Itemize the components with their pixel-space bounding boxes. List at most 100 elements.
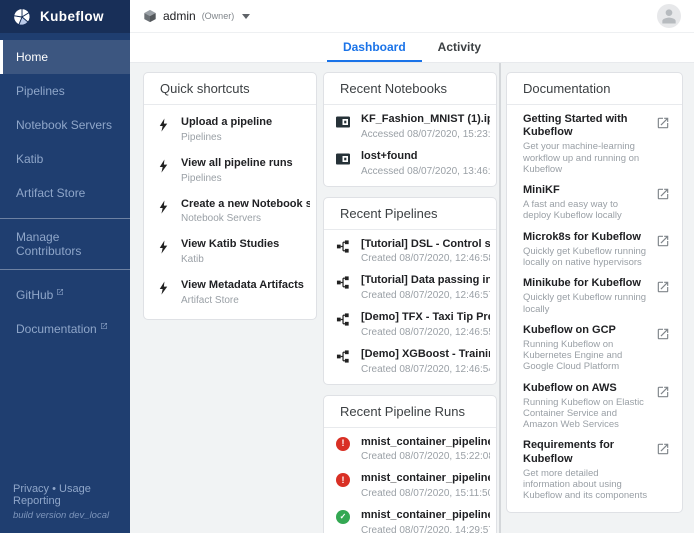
documentation-card: Documentation Getting Started with Kubef…: [506, 72, 683, 513]
run-created: Created 08/07/2020, 15:22:08: [361, 451, 490, 462]
external-link-icon[interactable]: [656, 234, 670, 248]
doc-title: Requirements for Kubeflow: [523, 439, 648, 465]
shortcut-subtitle: Notebook Servers: [181, 213, 310, 224]
pipeline-title: [Demo] XGBoost - Training with Confusi..…: [361, 348, 490, 362]
sidebar-item-label: Pipelines: [16, 84, 65, 98]
tab-activity[interactable]: Activity: [422, 33, 497, 62]
doc-link-microk8s[interactable]: Microk8s for Kubeflow Quickly get Kubefl…: [507, 227, 682, 274]
shortcut-subtitle: Artifact Store: [181, 295, 310, 306]
run-created: Created 08/07/2020, 14:29:57: [361, 525, 490, 533]
doc-desc: Quickly get Kubeflow running locally on …: [523, 246, 648, 268]
pipeline-title: [Demo] TFX - Taxi Tip Prediction Model .…: [361, 311, 490, 325]
namespace-role: (Owner): [202, 11, 235, 21]
doc-link-requirements[interactable]: Requirements for Kubeflow Get more detai…: [507, 435, 682, 506]
main-area: admin (Owner) Dashboard Activity Quick s…: [130, 0, 694, 533]
shortcut-create-notebook-server[interactable]: Create a new Notebook server Notebook Se…: [144, 191, 316, 232]
bolt-icon: [154, 280, 172, 296]
recent-pipelines-card: Recent Pipelines [Tutorial] DSL - Contro…: [323, 197, 497, 385]
sidebar-item-pipelines[interactable]: Pipelines: [0, 74, 130, 108]
doc-title: Microk8s for Kubeflow: [523, 231, 648, 244]
bolt-icon: [154, 158, 172, 174]
doc-desc: Running Kubeflow on Kubernetes Engine an…: [523, 339, 648, 373]
sidebar-item-label: GitHub: [16, 288, 53, 302]
tab-dashboard[interactable]: Dashboard: [327, 33, 422, 62]
pipeline-icon: [334, 275, 352, 290]
external-link-icon[interactable]: [656, 280, 670, 294]
person-icon: [659, 6, 679, 26]
recent-notebooks-card: Recent Notebooks KF_Fashion_MNIST (1).ip…: [323, 72, 497, 187]
external-link-icon[interactable]: [656, 187, 670, 201]
tab-label: Activity: [438, 40, 481, 54]
shortcut-title: View Katib Studies: [181, 238, 310, 252]
namespace-cube-icon: [143, 9, 157, 23]
notebook-icon: [334, 114, 352, 130]
shortcut-upload-pipeline[interactable]: Upload a pipeline Pipelines: [144, 109, 316, 150]
doc-title: Kubeflow on AWS: [523, 382, 648, 395]
doc-link-minikf[interactable]: MiniKF A fast and easy way to deploy Kub…: [507, 180, 682, 227]
logo[interactable]: Kubeflow: [0, 0, 130, 33]
dashboard-content: Quick shortcuts Upload a pipeline Pipeli…: [130, 63, 694, 533]
doc-link-kubeflow-aws[interactable]: Kubeflow on AWS Running Kubeflow on Elas…: [507, 378, 682, 436]
notebook-accessed: Accessed 08/07/2020, 15:23:05: [361, 129, 490, 140]
shortcut-view-katib-studies[interactable]: View Katib Studies Katib: [144, 231, 316, 272]
external-link-icon[interactable]: [656, 327, 670, 341]
namespace-name: admin: [163, 9, 196, 23]
pipeline-icon: [334, 239, 352, 254]
doc-link-minikube[interactable]: Minikube for Kubeflow Quickly get Kubefl…: [507, 273, 682, 320]
sidebar-item-notebook-servers[interactable]: Notebook Servers: [0, 108, 130, 142]
shortcut-subtitle: Katib: [181, 254, 310, 265]
avatar[interactable]: [657, 4, 681, 28]
scrollbar[interactable]: [499, 63, 501, 533]
doc-title: Getting Started with Kubeflow: [523, 113, 648, 139]
sidebar-item-artifact-store[interactable]: Artifact Store: [0, 176, 130, 210]
shortcut-title: View Metadata Artifacts: [181, 279, 310, 293]
notebook-row[interactable]: KF_Fashion_MNIST (1).ipynb Accessed 08/0…: [324, 108, 496, 145]
run-status-error-icon: [336, 473, 350, 487]
notebook-row[interactable]: lost+found Accessed 08/07/2020, 13:46:37: [324, 145, 496, 182]
namespace-selector[interactable]: admin (Owner): [143, 9, 250, 23]
shortcut-view-metadata-artifacts[interactable]: View Metadata Artifacts Artifact Store: [144, 272, 316, 313]
sidebar-item-github[interactable]: GitHub: [0, 278, 130, 312]
doc-desc: A fast and easy way to deploy Kubeflow l…: [523, 199, 648, 221]
sidebar-item-home[interactable]: Home: [0, 40, 130, 74]
tab-bar: Dashboard Activity: [130, 33, 694, 63]
notebook-title: lost+found: [361, 150, 490, 164]
sidebar-item-label: Manage Contributors: [16, 230, 117, 258]
pipeline-row[interactable]: [Demo] XGBoost - Training with Confusi..…: [324, 343, 496, 380]
doc-link-kubeflow-gcp[interactable]: Kubeflow on GCP Running Kubeflow on Kube…: [507, 320, 682, 378]
recent-pipeline-runs-card: Recent Pipeline Runs mnist_container_pip…: [323, 395, 497, 533]
pipeline-icon: [334, 312, 352, 327]
sidebar-nav: Home Pipelines Notebook Servers Katib Ar…: [0, 40, 130, 346]
card-title: Recent Pipeline Runs: [324, 396, 496, 428]
run-row[interactable]: mnist_container_pipeline run Created 08/…: [324, 467, 496, 504]
shortcut-view-pipeline-runs[interactable]: View all pipeline runs Pipelines: [144, 150, 316, 191]
pipeline-row[interactable]: [Demo] TFX - Taxi Tip Prediction Model .…: [324, 306, 496, 343]
shortcut-title: View all pipeline runs: [181, 157, 310, 171]
doc-link-getting-started[interactable]: Getting Started with Kubeflow Get your m…: [507, 109, 682, 180]
sidebar-item-label: Artifact Store: [16, 186, 85, 200]
doc-desc: Get more detailed information about usin…: [523, 468, 648, 502]
sidebar-item-label: Notebook Servers: [16, 118, 112, 132]
privacy-link[interactable]: Privacy: [13, 483, 49, 495]
column-recent-activity: Recent Notebooks KF_Fashion_MNIST (1).ip…: [323, 72, 497, 533]
external-link-icon[interactable]: [656, 116, 670, 130]
sidebar-item-label: Documentation: [16, 322, 97, 336]
footer-separator: •: [52, 483, 56, 495]
pipeline-row[interactable]: [Tutorial] DSL - Control structures Crea…: [324, 233, 496, 270]
sidebar-item-katib[interactable]: Katib: [0, 142, 130, 176]
external-link-icon[interactable]: [656, 385, 670, 399]
sidebar-item-manage-contributors[interactable]: Manage Contributors: [0, 227, 130, 261]
external-link-icon: [100, 322, 108, 330]
bolt-icon: [154, 239, 172, 255]
bolt-icon: [154, 117, 172, 133]
sidebar-item-documentation[interactable]: Documentation: [0, 312, 130, 346]
card-title: Documentation: [507, 73, 682, 105]
pipeline-row[interactable]: [Tutorial] Data passing in python comp..…: [324, 269, 496, 306]
logo-text: Kubeflow: [40, 9, 104, 24]
pipeline-title: [Tutorial] DSL - Control structures: [361, 238, 490, 252]
run-row[interactable]: mnist_container_pipeline run Created 08/…: [324, 431, 496, 468]
notebook-icon: [334, 151, 352, 167]
run-title: mnist_container_pipeline run: [361, 472, 490, 486]
run-row[interactable]: mnist_container_pipeline run Created 08/…: [324, 504, 496, 533]
external-link-icon[interactable]: [656, 442, 670, 456]
